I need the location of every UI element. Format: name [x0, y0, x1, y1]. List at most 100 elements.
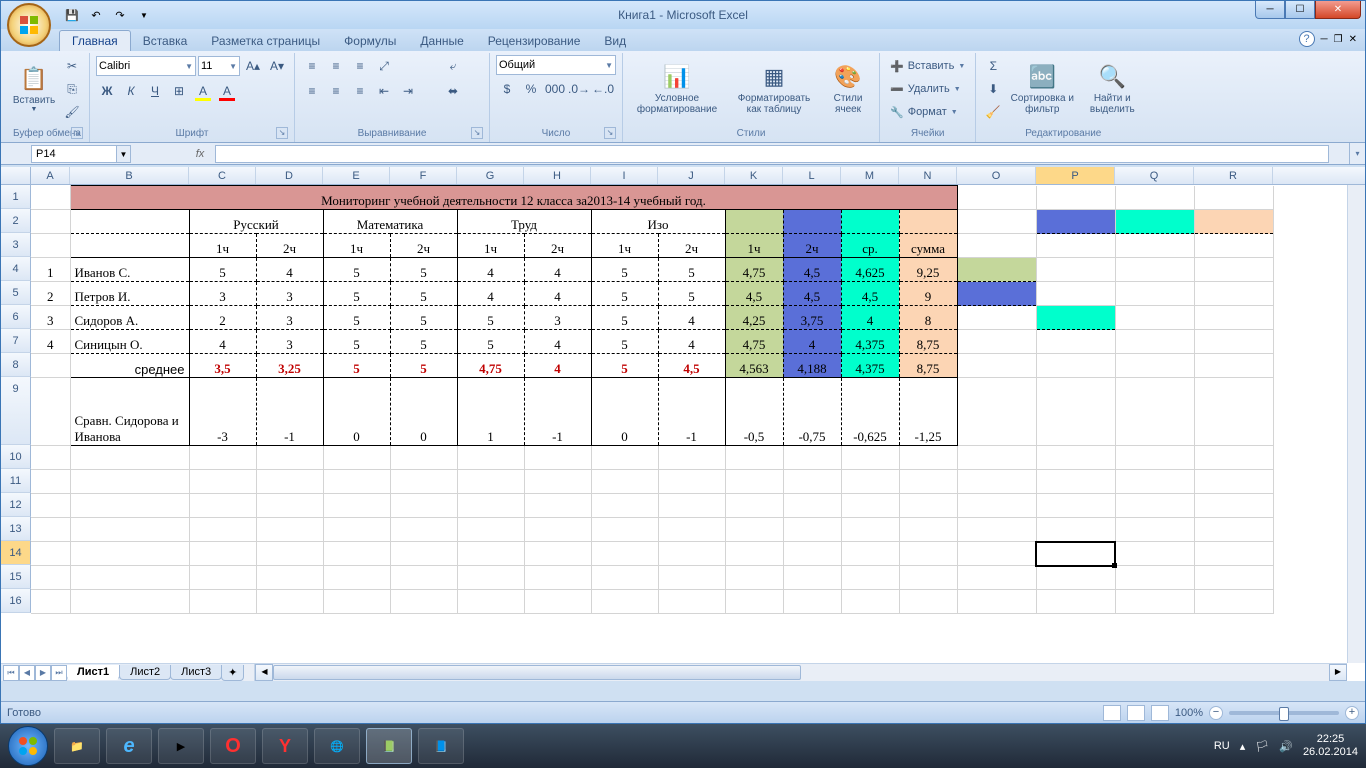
col-header[interactable]: N — [899, 167, 957, 184]
page-layout-view-icon[interactable] — [1127, 705, 1145, 721]
format-cells-button[interactable]: 🔧Формат▼ — [886, 101, 969, 123]
col-header[interactable]: R — [1194, 167, 1273, 184]
dialog-launcher-icon[interactable]: ↘ — [276, 127, 288, 139]
zoom-out-icon[interactable]: − — [1209, 706, 1223, 720]
language-indicator[interactable]: RU — [1214, 740, 1230, 752]
align-bottom-icon[interactable]: ≡ — [349, 55, 371, 77]
row-header[interactable]: 15 — [1, 565, 31, 589]
media-player-icon[interactable]: ▶ — [158, 728, 204, 764]
decrease-decimal-icon[interactable]: ←.0 — [592, 78, 614, 100]
col-header[interactable]: B — [70, 167, 189, 184]
col-header[interactable]: K — [725, 167, 783, 184]
font-name-combo[interactable]: Calibri▼ — [96, 56, 196, 76]
close-button[interactable]: ✕ — [1315, 1, 1361, 19]
col-header[interactable]: C — [189, 167, 256, 184]
mdi-close-icon[interactable]: ✕ — [1349, 34, 1357, 45]
normal-view-icon[interactable] — [1103, 705, 1121, 721]
ie-icon[interactable]: e — [106, 728, 152, 764]
delete-cells-button[interactable]: ➖Удалить▼ — [886, 78, 969, 100]
row-header[interactable]: 13 — [1, 517, 31, 541]
col-header[interactable]: L — [783, 167, 841, 184]
align-left-icon[interactable]: ≡ — [301, 80, 323, 102]
show-hidden-icon[interactable]: ▴ — [1240, 740, 1246, 753]
shrink-font-icon[interactable]: A▾ — [266, 55, 288, 77]
percent-icon[interactable]: % — [520, 78, 542, 100]
row-header[interactable]: 14 — [1, 541, 31, 565]
font-size-combo[interactable]: 11▼ — [198, 56, 240, 76]
worksheet-grid[interactable]: A B C D E F G H I J K L M N O P Q R 1234… — [1, 167, 1365, 681]
row-header[interactable]: 8 — [1, 353, 31, 377]
underline-icon[interactable]: Ч — [144, 80, 166, 102]
tab-review[interactable]: Рецензирование — [476, 31, 593, 51]
row-header[interactable]: 1 — [1, 185, 31, 209]
select-all-corner[interactable] — [1, 167, 31, 184]
accounting-icon[interactable]: $ — [496, 78, 518, 100]
mdi-minimize-icon[interactable]: ─ — [1321, 34, 1328, 45]
paste-button[interactable]: 📋 Вставить▼ — [11, 55, 57, 121]
undo-icon[interactable]: ↶ — [85, 4, 107, 26]
row-header[interactable]: 10 — [1, 445, 31, 469]
sort-filter-button[interactable]: 🔤Сортировка и фильтр — [1008, 55, 1076, 121]
autosum-icon[interactable]: Σ — [982, 55, 1004, 77]
col-header[interactable]: G — [457, 167, 524, 184]
zoom-level[interactable]: 100% — [1175, 707, 1203, 719]
page-break-view-icon[interactable] — [1151, 705, 1169, 721]
row-header[interactable]: 7 — [1, 329, 31, 353]
orientation-icon[interactable]: ⤢ — [373, 55, 395, 77]
formula-input[interactable] — [215, 145, 1329, 163]
dialog-launcher-icon[interactable]: ↘ — [604, 127, 616, 139]
tab-nav-prev-icon[interactable]: ◀ — [19, 665, 35, 681]
number-format-combo[interactable]: Общий▼ — [496, 55, 616, 75]
sheet-tab[interactable]: Лист2 — [119, 665, 171, 680]
tab-view[interactable]: Вид — [592, 31, 638, 51]
tab-page-layout[interactable]: Разметка страницы — [199, 31, 332, 51]
sheet-tab[interactable]: Лист1 — [66, 665, 120, 680]
format-as-table-button[interactable]: ▦Форматировать как таблицу — [729, 55, 819, 121]
flag-icon[interactable]: 🏳 — [1255, 740, 1269, 753]
help-icon[interactable]: ? — [1299, 31, 1315, 47]
row-header[interactable]: 3 — [1, 233, 31, 257]
maximize-button[interactable]: ☐ — [1285, 1, 1315, 19]
row-header[interactable]: 2 — [1, 209, 31, 233]
tab-insert[interactable]: Вставка — [131, 31, 200, 51]
fx-icon[interactable]: fx — [185, 148, 215, 160]
new-sheet-icon[interactable]: ✦ — [221, 665, 244, 681]
minimize-button[interactable]: ─ — [1255, 1, 1285, 19]
tab-nav-last-icon[interactable]: ⏭ — [51, 665, 67, 681]
expand-formula-bar-icon[interactable]: ▾ — [1349, 143, 1365, 164]
zoom-slider[interactable] — [1229, 711, 1339, 715]
tab-data[interactable]: Данные — [408, 31, 475, 51]
row-header[interactable]: 6 — [1, 305, 31, 329]
col-header[interactable]: E — [323, 167, 390, 184]
col-header[interactable]: O — [957, 167, 1036, 184]
col-header[interactable]: D — [256, 167, 323, 184]
row-header[interactable]: 5 — [1, 281, 31, 305]
italic-icon[interactable]: К — [120, 80, 142, 102]
office-button[interactable] — [7, 3, 51, 47]
comma-icon[interactable]: 000 — [544, 78, 566, 100]
row-header[interactable]: 16 — [1, 589, 31, 613]
tab-formulas[interactable]: Формулы — [332, 31, 408, 51]
align-right-icon[interactable]: ≡ — [349, 80, 371, 102]
yandex-icon[interactable]: Y — [262, 728, 308, 764]
horizontal-scrollbar[interactable]: ◀ ▶ — [254, 664, 1347, 681]
increase-indent-icon[interactable]: ⇥ — [397, 80, 419, 102]
start-button[interactable] — [8, 726, 48, 766]
volume-icon[interactable]: 🔊 — [1279, 740, 1293, 753]
name-box[interactable]: P14▼ — [31, 145, 131, 163]
tab-nav-next-icon[interactable]: ▶ — [35, 665, 51, 681]
excel-taskbar-icon[interactable]: 📗 — [366, 728, 412, 764]
explorer-icon[interactable]: 📁 — [54, 728, 100, 764]
font-color-icon[interactable]: A — [216, 80, 238, 102]
qat-customize-icon[interactable]: ▼ — [133, 4, 155, 26]
col-header[interactable]: J — [658, 167, 725, 184]
align-center-icon[interactable]: ≡ — [325, 80, 347, 102]
grow-font-icon[interactable]: A▴ — [242, 55, 264, 77]
border-icon[interactable]: ⊞ — [168, 80, 190, 102]
row-header[interactable]: 4 — [1, 257, 31, 281]
col-header[interactable]: I — [591, 167, 658, 184]
cut-icon[interactable]: ✂ — [61, 55, 83, 77]
save-icon[interactable]: 💾 — [61, 4, 83, 26]
dialog-launcher-icon[interactable]: ↘ — [71, 127, 83, 139]
decrease-indent-icon[interactable]: ⇤ — [373, 80, 395, 102]
